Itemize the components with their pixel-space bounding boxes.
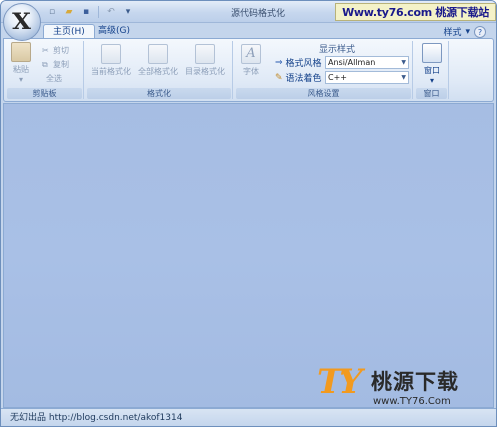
- chevron-down-icon: ▼: [401, 74, 406, 81]
- tab-home[interactable]: 主页(H): [43, 24, 95, 39]
- quick-access-toolbar: ▫ ▰ ▪ ↶ ▾: [45, 5, 135, 19]
- copy-label: 复制: [53, 60, 69, 69]
- watermark-name: 桃源下载: [371, 370, 459, 394]
- window-title: 源代码格式化: [231, 9, 286, 19]
- cut-button[interactable]: ✂ 剪切: [42, 45, 69, 56]
- app-window: ▫ ▰ ▪ ↶ ▾ 源代码格式化 Www.ty76.com 桃源下载站 X 主页…: [0, 0, 497, 427]
- open-folder-icon[interactable]: ▰: [62, 5, 76, 19]
- arrow-right-icon: ⇒: [275, 57, 283, 68]
- watermark-url: www.TY76.Com: [373, 396, 451, 407]
- copy-button[interactable]: ⧉ 复制: [42, 59, 69, 70]
- status-text: 无幻出品 http://blog.csdn.net/akof1314: [10, 413, 183, 423]
- paste-label: 粘贴: [13, 65, 29, 74]
- site-banner: Www.ty76.com 桃源下载站: [335, 3, 496, 21]
- window-dropdown-icon: ▾: [429, 76, 434, 85]
- app-logo-icon: X: [12, 9, 32, 35]
- format-directory-label: 目录格式化: [185, 67, 225, 76]
- group-format: 当前格式化 全部格式化 目录格式化 格式化: [86, 41, 233, 99]
- cut-label: 剪切: [53, 46, 69, 55]
- display-style-header: 显示样式: [319, 42, 355, 55]
- ribbon-tabs: 主页(H) 高级(G) 样式 ▾ ?: [1, 23, 496, 39]
- group-window: 窗口 ▾ 窗口: [415, 41, 449, 99]
- paste-button[interactable]: 粘贴 ▾: [10, 42, 32, 84]
- style-settings-group-label: 风格设置: [236, 88, 411, 99]
- clipboard-group-label: 剪贴板: [7, 88, 82, 99]
- syntax-color-value: C++: [328, 73, 347, 82]
- save-icon[interactable]: ▪: [79, 5, 93, 19]
- select-all-button[interactable]: 全选: [46, 73, 62, 84]
- watermark-ty-logo: TY: [317, 362, 363, 402]
- format-current-label: 当前格式化: [91, 67, 131, 76]
- window-icon: [422, 43, 442, 63]
- format-style-select[interactable]: Ansi/Allman ▼: [325, 56, 409, 69]
- tab-advanced[interactable]: 高级(G): [89, 24, 139, 39]
- title-bar: ▫ ▰ ▪ ↶ ▾ 源代码格式化 Www.ty76.com 桃源下载站: [1, 1, 496, 23]
- paste-icon: [11, 42, 31, 62]
- format-directory-button[interactable]: 目录格式化: [182, 44, 228, 77]
- paste-dropdown-icon: ▾: [18, 75, 23, 84]
- style-menu[interactable]: 样式 ▾ ?: [443, 25, 486, 38]
- format-all-label: 全部格式化: [138, 67, 178, 76]
- format-style-text: 格式风格: [285, 59, 322, 69]
- syntax-color-label: ✎ 语法着色: [275, 71, 322, 85]
- chevron-down-icon: ▼: [401, 59, 406, 66]
- font-label: 字体: [243, 67, 259, 76]
- font-button[interactable]: A 字体: [239, 44, 263, 77]
- format-style-value: Ansi/Allman: [328, 58, 376, 67]
- ribbon: 粘贴 ▾ ✂ 剪切 ⧉ 复制 全选 剪贴板 当前格式化 全部格式化 目录格式化 …: [3, 38, 494, 102]
- group-clipboard: 粘贴 ▾ ✂ 剪切 ⧉ 复制 全选 剪贴板: [6, 41, 84, 99]
- group-style-settings: A 字体 显示样式 ⇒ 格式风格 Ansi/Allman ▼ ✎ 语法着色 C+…: [235, 41, 413, 99]
- format-all-button[interactable]: 全部格式化: [135, 44, 181, 77]
- help-icon[interactable]: ?: [474, 25, 486, 38]
- undo-icon[interactable]: ↶: [104, 5, 118, 19]
- select-all-label: 全选: [46, 74, 62, 83]
- format-current-button[interactable]: 当前格式化: [88, 44, 134, 77]
- format-group-label: 格式化: [87, 88, 231, 99]
- status-bar: 无幻出品 http://blog.csdn.net/akof1314: [1, 408, 496, 426]
- window-label: 窗口: [424, 66, 440, 75]
- qat-separator: [98, 6, 99, 18]
- window-button[interactable]: 窗口 ▾: [419, 43, 445, 85]
- chevron-down-icon: ▾: [465, 26, 470, 37]
- new-doc-icon[interactable]: ▫: [45, 5, 59, 19]
- format-style-label: ⇒ 格式风格: [275, 56, 322, 70]
- display-style-label: 显示样式: [319, 45, 356, 55]
- scissors-icon: ✂: [42, 46, 49, 55]
- syntax-color-select[interactable]: C++ ▼: [325, 71, 409, 84]
- window-group-label: 窗口: [416, 88, 447, 99]
- brush-icon: ✎: [275, 72, 283, 83]
- font-icon: A: [241, 44, 261, 64]
- format-all-icon: [148, 44, 168, 64]
- syntax-color-text: 语法着色: [285, 74, 322, 84]
- format-directory-icon: [195, 44, 215, 64]
- style-menu-label: 样式: [443, 28, 462, 38]
- format-current-icon: [101, 44, 121, 64]
- customize-dropdown-icon[interactable]: ▾: [121, 5, 135, 19]
- copy-icon: ⧉: [42, 60, 48, 69]
- watermark-logo: TY 桃源下载 www.TY76.Com: [313, 362, 493, 414]
- application-button[interactable]: X: [3, 3, 41, 41]
